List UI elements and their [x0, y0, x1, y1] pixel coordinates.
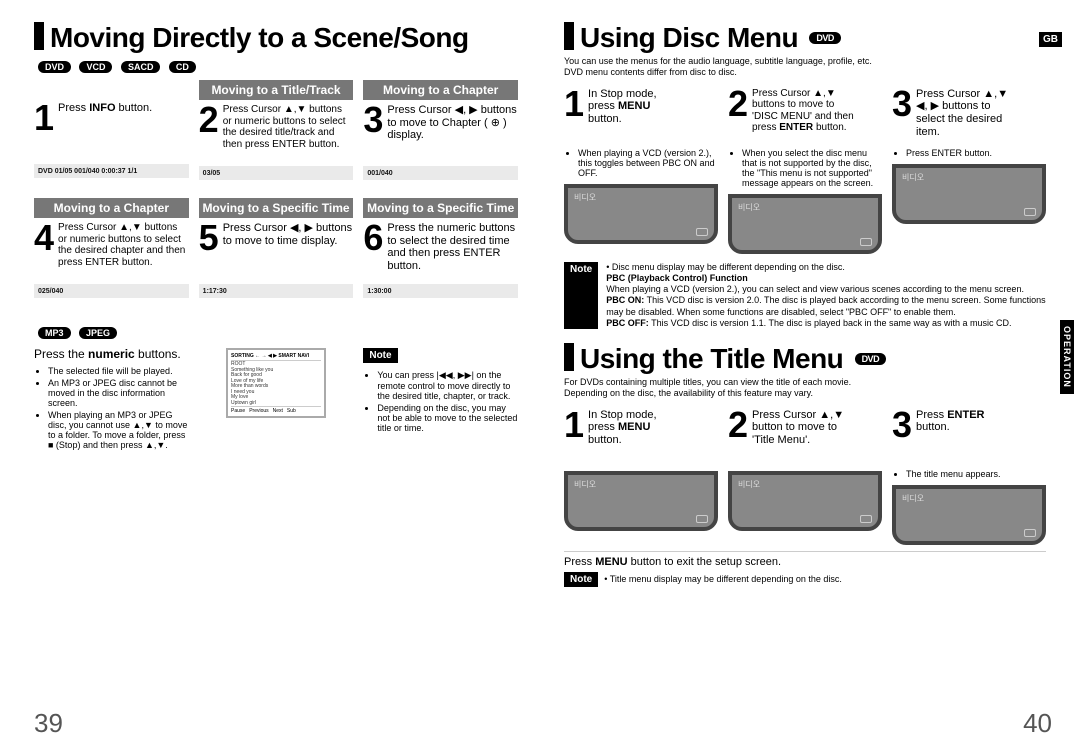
step-5: Moving to a Specific Time 5 Press Cursor…: [199, 198, 354, 298]
section-heading: Moving to a Chapter: [363, 80, 518, 100]
tv-icon: 비디오: [892, 164, 1046, 224]
step-number: 1: [564, 409, 584, 441]
step-number: 6: [363, 222, 383, 254]
step-text: Press Cursor ◀, ▶ buttons to move to tim…: [223, 222, 354, 247]
tv-icon: 비디오: [728, 471, 882, 531]
step-text: Press ENTER button.: [916, 409, 984, 434]
mp3-press-col: Press the numeric buttons. The selected …: [34, 348, 189, 454]
title-stripe: [564, 343, 574, 371]
step-number: 2: [728, 88, 748, 120]
step-number: 5: [199, 222, 219, 254]
info-strip: 1:30:00: [363, 284, 518, 298]
step-number: 3: [363, 104, 383, 136]
title-step-1: 1 In Stop mode, press MENU button. 비디오: [564, 409, 718, 545]
step-2: Moving to a Title/Track 2 Press Cursor ▲…: [199, 80, 354, 180]
page-number: 40: [1023, 708, 1052, 739]
mp3-row: Press the numeric buttons. The selected …: [34, 348, 518, 454]
badge-jpeg: JPEG: [79, 327, 117, 339]
disc-step-2: 2 Press Cursor ▲,▼ buttons to move to 'D…: [728, 88, 882, 254]
info-strip: DVD 01/05 001/040 0:00:37 1/1: [34, 164, 189, 178]
steps-row-1: 1 Press INFO button. DVD 01/05 001/040 0…: [34, 80, 518, 180]
step-text: Press the numeric buttons to select the …: [387, 222, 518, 273]
title-bar-disc: Using Disc Menu DVD: [564, 22, 1046, 54]
step-number: 1: [564, 88, 584, 120]
disc-step-3: 3 Press Cursor ▲,▼ ◀, ▶ buttons to selec…: [892, 88, 1046, 254]
info-strip: 001/040: [363, 166, 518, 180]
exit-instruction: Press MENU button to exit the setup scre…: [564, 551, 1046, 568]
disc-steps: 1 In Stop mode, press MENU button. When …: [564, 88, 1046, 254]
step-text: Press Cursor ▲,▼ buttons to move to 'DIS…: [752, 88, 854, 134]
note-col: Note You can press |◀◀, ▶▶| on the remot…: [363, 348, 518, 454]
badge-dvd: DVD: [855, 353, 887, 365]
mp3-badges: MP3 JPEG: [34, 324, 518, 342]
page-number: 39: [34, 708, 63, 739]
disc-step-1: 1 In Stop mode, press MENU button. When …: [564, 88, 718, 254]
step-number: 4: [34, 222, 54, 254]
format-badges: DVD VCD SACD CD: [34, 58, 518, 76]
badge-vcd: VCD: [79, 61, 112, 73]
section-heading: Moving to a Title/Track: [199, 80, 354, 100]
step-4: Moving to a Chapter 4 Press Cursor ▲,▼ b…: [34, 198, 189, 298]
language-tag: GB: [1039, 32, 1062, 47]
mp3-text: Press the numeric buttons.: [34, 348, 189, 362]
step-text: Press INFO button.: [58, 102, 152, 115]
step-text: In Stop mode, press MENU button.: [588, 88, 657, 126]
step-3: Moving to a Chapter 3 Press Cursor ◀, ▶ …: [363, 80, 518, 180]
title-bar: Moving Directly to a Scene/Song: [34, 22, 518, 54]
badge-mp3: MP3: [38, 327, 71, 339]
mini-screen-col: SORTING ← → ◀ ▶ SMART NAVI ROOT Somethin…: [199, 348, 354, 454]
badge-cd: CD: [169, 61, 196, 73]
step-number: 2: [199, 104, 219, 136]
disc-note-block: Note • Disc menu display may be differen…: [564, 262, 1046, 330]
title-stripe: [564, 22, 574, 50]
title-stripe: [34, 22, 44, 50]
title-step-2: 2 Press Cursor ▲,▼ button to move to 'Ti…: [728, 409, 882, 545]
mp3-bullets: The selected file will be played. An MP3…: [34, 366, 189, 450]
info-strip: 025/040: [34, 284, 189, 298]
step-text: Press Cursor ▲,▼ buttons or numeric butt…: [223, 104, 354, 150]
subtext: You can use the menus for the audio lang…: [564, 56, 1046, 78]
step-text: Press Cursor ▲,▼ buttons or numeric butt…: [58, 222, 189, 268]
steps-row-2: Moving to a Chapter 4 Press Cursor ▲,▼ b…: [34, 198, 518, 298]
operation-tab: OPERATION: [1060, 320, 1074, 394]
step-text: Press Cursor ▲,▼ ◀, ▶ buttons to select …: [916, 88, 1008, 139]
step-number: 2: [728, 409, 748, 441]
section-heading: Moving to a Specific Time: [199, 198, 354, 218]
subtext: For DVDs containing multiple titles, you…: [564, 377, 1046, 399]
section-heading: Moving to a Specific Time: [363, 198, 518, 218]
page-40: GB OPERATION Using Disc Menu DVD You can…: [540, 0, 1080, 753]
section-title: Using the Title Menu DVD: [580, 343, 886, 375]
title-steps: 1 In Stop mode, press MENU button. 비디오 2…: [564, 409, 1046, 545]
step-1: 1 Press INFO button. DVD 01/05 001/040 0…: [34, 80, 189, 180]
note-bullets: You can press |◀◀, ▶▶| on the remote con…: [363, 370, 518, 433]
badge-dvd: DVD: [809, 32, 841, 44]
step-6: Moving to a Specific Time 6 Press the nu…: [363, 198, 518, 298]
bottom-note: Note • Title menu display may be differe…: [564, 572, 1046, 587]
step-text: In Stop mode, press MENU button.: [588, 409, 657, 447]
info-strip: 03/05: [199, 166, 354, 180]
tv-icon: 비디오: [892, 485, 1046, 545]
title-bar-title-menu: Using the Title Menu DVD: [564, 343, 1046, 375]
badge-dvd: DVD: [38, 61, 71, 73]
step-number: 1: [34, 102, 54, 134]
step-text: Press Cursor ◀, ▶ buttons to move to Cha…: [387, 104, 518, 142]
tv-icon: 비디오: [564, 184, 718, 244]
mini-screenshot: SORTING ← → ◀ ▶ SMART NAVI ROOT Somethin…: [226, 348, 326, 418]
badge-sacd: SACD: [121, 61, 161, 73]
step-text: Press Cursor ▲,▼ button to move to 'Titl…: [752, 409, 844, 447]
note-badge: Note: [564, 572, 598, 587]
step-number: 3: [892, 88, 912, 120]
step-number: 3: [892, 409, 912, 441]
info-strip: 1:17:30: [199, 284, 354, 298]
tv-icon: 비디오: [728, 194, 882, 254]
title-step-3: 3 Press ENTER button. The title menu app…: [892, 409, 1046, 545]
page-39: Moving Directly to a Scene/Song DVD VCD …: [0, 0, 540, 753]
note-badge: Note: [564, 262, 598, 330]
section-heading: Moving to a Chapter: [34, 198, 189, 218]
page-title: Moving Directly to a Scene/Song: [50, 22, 469, 54]
section-title: Using Disc Menu DVD: [580, 22, 841, 54]
note-badge: Note: [363, 348, 397, 363]
tv-icon: 비디오: [564, 471, 718, 531]
